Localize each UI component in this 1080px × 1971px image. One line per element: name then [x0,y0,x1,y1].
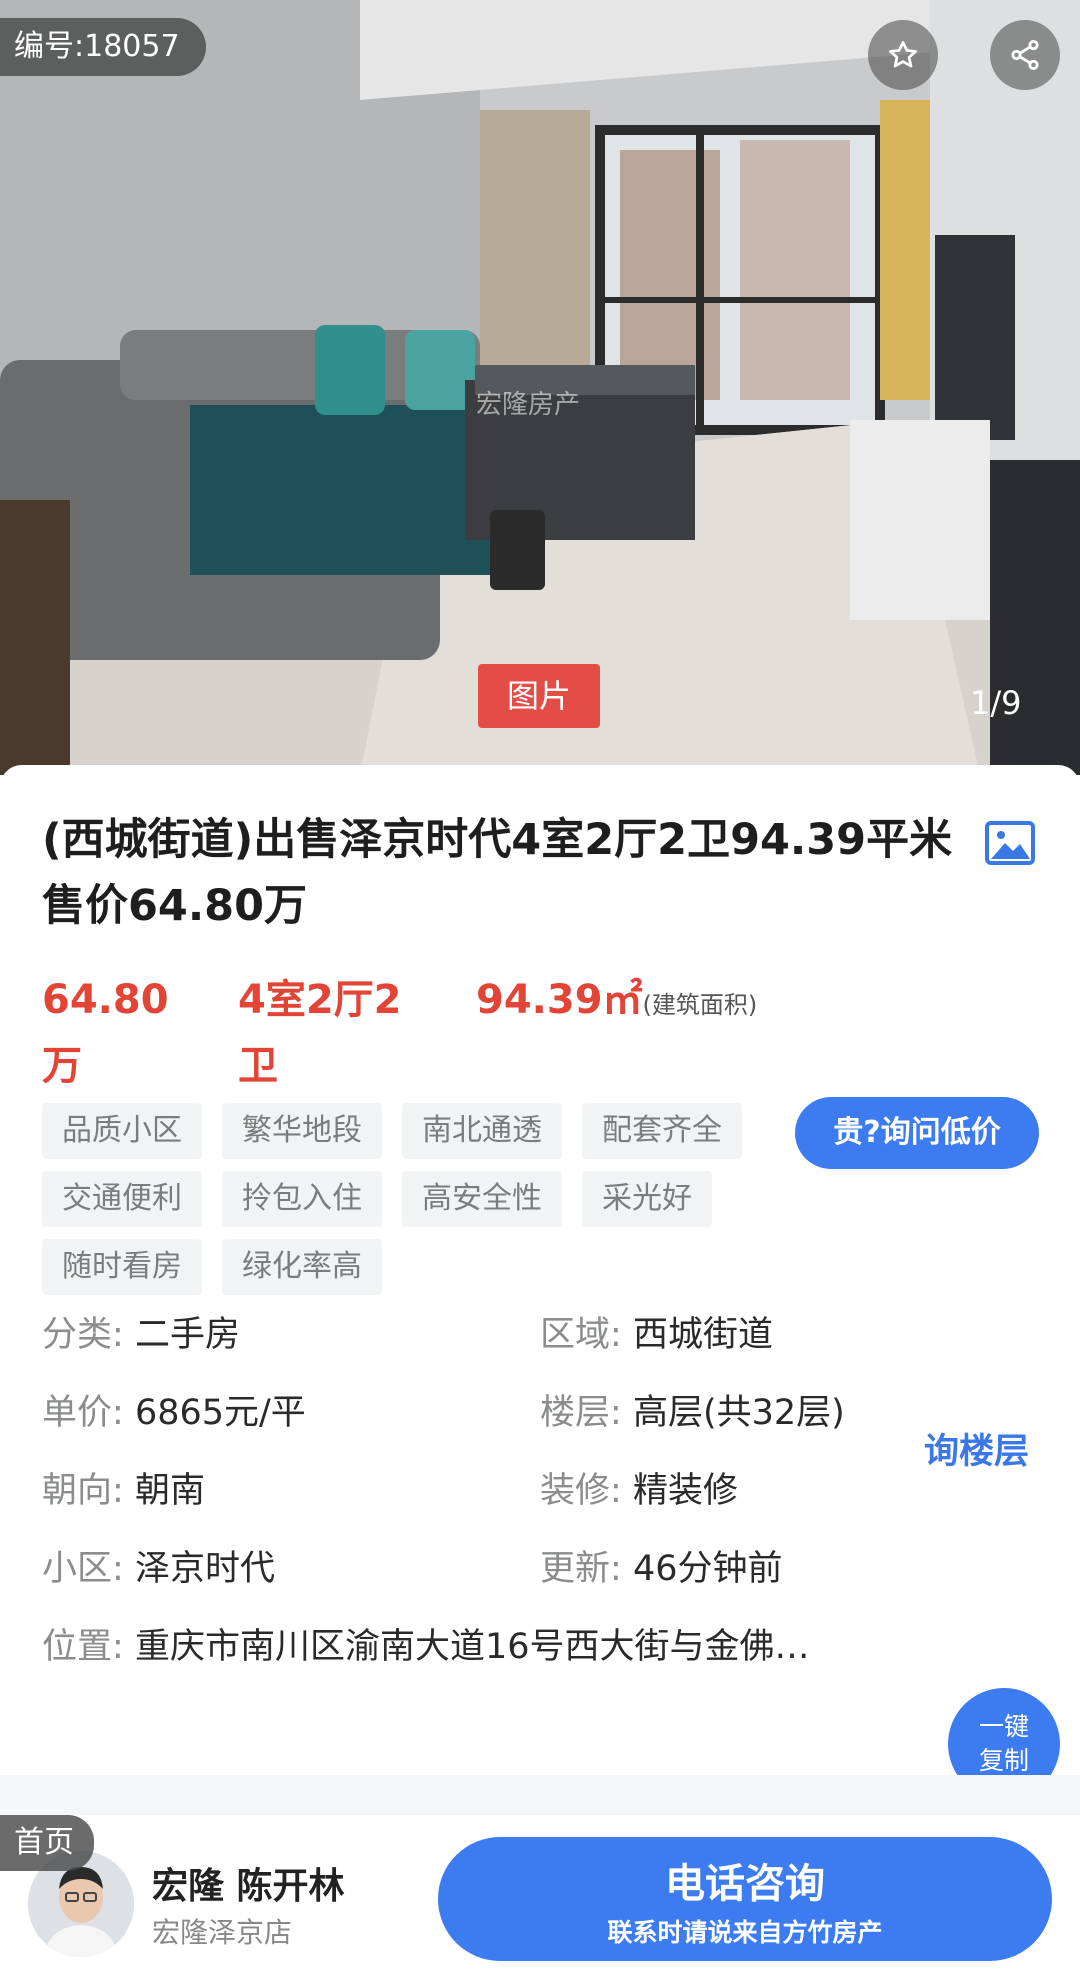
district-label: 区域: [540,1315,622,1355]
updated-row: 更新: 46分钟前 [540,1544,782,1594]
favorite-button[interactable] [868,20,938,90]
photo-type-tag[interactable]: 图片 [478,664,600,728]
listing-id-badge: 编号:18057 [0,18,206,76]
call-button-title: 电话咨询 [665,1861,825,1907]
floor-value: 高层(共32层) [632,1393,845,1433]
feature-tag: 南北通透 [402,1103,562,1159]
decoration-label: 装修: [540,1471,622,1511]
listing-photo[interactable]: 编号:18057 宏隆房产 图片 1/9 [0,0,1080,775]
feature-tag: 随时看房 [42,1239,202,1295]
share-icon [1011,39,1039,71]
area-note: (建筑面积) [642,991,758,1019]
orientation-value: 朝南 [134,1471,205,1511]
section-divider [0,1775,1080,1815]
feature-tag: 绿化率高 [222,1239,382,1295]
area-stat: 94.39㎡(建筑面积) [476,967,776,1033]
home-button[interactable]: 首页 [0,1815,94,1871]
layout-value: 4室2厅2卫 [238,977,402,1089]
orientation-row: 朝向: 朝南 [42,1466,205,1516]
category-label: 分类: [42,1315,124,1355]
district-row: 区域: 西城街道 [540,1310,773,1360]
location-row: 位置: 重庆市南川区渝南大道16号西大街与金佛… [42,1622,809,1672]
area-value: 94.39㎡ [476,977,643,1023]
unit-price-value: 6865元/平 [134,1393,306,1433]
community-label: 小区: [42,1549,124,1589]
gallery-icon[interactable] [985,821,1035,865]
phone-consult-button[interactable]: 电话咨询 联系时请说来自方竹房产 [438,1837,1052,1961]
agent-name: 宏隆 陈开林 [152,1866,345,1907]
location-label: 位置: [42,1627,124,1667]
feature-tag: 繁华地段 [222,1103,382,1159]
feature-tag: 配套齐全 [582,1103,742,1159]
updated-value: 46分钟前 [632,1549,783,1589]
contact-bar: 首页 宏隆 陈开林 宏隆泽京店 电话咨询 联系时请说来自方竹房产 [0,1815,1080,1971]
community-value: 泽京时代 [134,1549,275,1589]
price-value: 64.80万 [42,977,169,1089]
listing-title: (西城街道)出售泽京时代4室2厅2卫94.39平米 售价64.80万 [42,815,953,931]
ask-floor-link[interactable]: 询楼层 [924,1423,1029,1474]
listing-card: (西城街道)出售泽京时代4室2厅2卫94.39平米 售价64.80万 64.80… [0,765,1080,1765]
unit-price-row: 单价: 6865元/平 [42,1388,306,1438]
unit-price-label: 单价: [42,1393,124,1433]
category-row: 分类: 二手房 [42,1310,240,1360]
ask-lower-price-button[interactable]: 贵?询问低价 [795,1097,1039,1169]
feature-tag: 高安全性 [402,1171,562,1227]
feature-tag: 品质小区 [42,1103,202,1159]
floor-row: 楼层: 高层(共32层) [540,1388,845,1438]
share-button[interactable] [990,20,1060,90]
photo-watermark: 宏隆房产 [476,390,581,420]
orientation-label: 朝向: [42,1471,124,1511]
updated-label: 更新: [540,1549,622,1589]
copy-button-line2: 复制 [978,1746,1029,1775]
photo-pager: 1/9 [970,684,1022,722]
agent-store: 宏隆泽京店 [152,1916,293,1949]
district-value: 西城街道 [632,1315,773,1355]
feature-tag: 交通便利 [42,1171,202,1227]
copy-button-line1: 一键 [978,1712,1029,1741]
call-button-subtitle: 联系时请说来自方竹房产 [607,1918,883,1947]
feature-tag: 采光好 [582,1171,712,1227]
decoration-value: 精装修 [632,1471,738,1511]
star-icon [889,41,917,68]
category-value: 二手房 [134,1315,240,1355]
location-value: 重庆市南川区渝南大道16号西大街与金佛… [134,1627,810,1667]
decoration-row: 装修: 精装修 [540,1466,738,1516]
feature-tag: 拎包入住 [222,1171,382,1227]
floor-label: 楼层: [540,1393,622,1433]
community-row: 小区: 泽京时代 [42,1544,275,1594]
